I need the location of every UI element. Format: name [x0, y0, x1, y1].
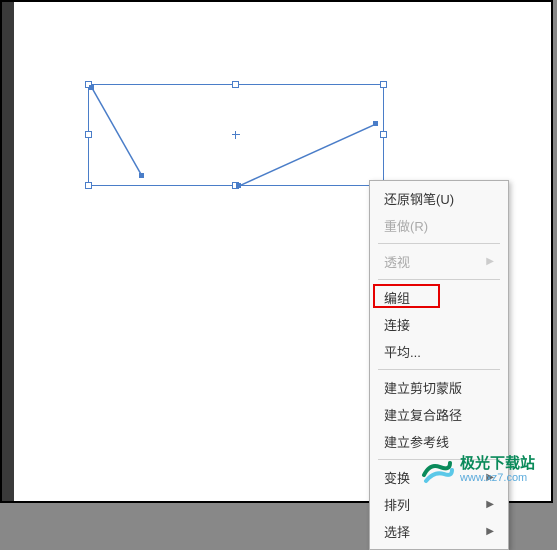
menu-label: 透视 — [384, 252, 410, 271]
menu-make-compound-path[interactable]: 建立复合路径 — [370, 401, 508, 428]
anchor-point[interactable] — [139, 173, 144, 178]
app-frame: 还原钢笔(U) 重做(R) 透视 ▶ 编组 连接 平均... 建立剪切蒙版 — [0, 0, 553, 503]
menu-make-guides[interactable]: 建立参考线 — [370, 428, 508, 455]
handle-top-center[interactable] — [232, 81, 239, 88]
menu-label: 排列 — [384, 495, 410, 514]
menu-perspective: 透视 ▶ — [370, 248, 508, 275]
menu-label: 还原钢笔(U) — [384, 189, 454, 208]
menu-group[interactable]: 编组 — [370, 284, 508, 311]
menu-arrange[interactable]: 排列 ▶ — [370, 491, 508, 518]
center-marker — [232, 131, 240, 139]
chevron-right-icon: ▶ — [486, 256, 494, 267]
menu-label: 建立剪切蒙版 — [384, 378, 462, 397]
watermark: 极光下载站 www.xz7.com — [420, 453, 535, 487]
menu-average[interactable]: 平均... — [370, 338, 508, 365]
menu-label: 重做(R) — [384, 216, 428, 235]
menu-redo: 重做(R) — [370, 212, 508, 239]
menu-label: 选择 — [384, 522, 410, 541]
menu-label: 变换 — [384, 468, 410, 487]
menu-separator — [378, 243, 500, 244]
menu-label: 编组 — [384, 288, 410, 307]
watermark-text: 极光下载站 www.xz7.com — [460, 456, 535, 485]
watermark-logo-icon — [420, 453, 454, 487]
watermark-name: 极光下载站 — [460, 456, 535, 473]
chevron-right-icon: ▶ — [486, 526, 494, 537]
menu-select[interactable]: 选择 ▶ — [370, 518, 508, 545]
handle-middle-right[interactable] — [380, 131, 387, 138]
watermark-url: www.xz7.com — [460, 472, 535, 484]
handle-top-right[interactable] — [380, 81, 387, 88]
context-menu: 还原钢笔(U) 重做(R) 透视 ▶ 编组 连接 平均... 建立剪切蒙版 — [369, 180, 509, 550]
anchor-point[interactable] — [89, 85, 94, 90]
menu-join[interactable]: 连接 — [370, 311, 508, 338]
menu-label: 建立参考线 — [384, 432, 449, 451]
anchor-point[interactable] — [373, 121, 378, 126]
menu-label: 连接 — [384, 315, 410, 334]
canvas[interactable]: 还原钢笔(U) 重做(R) 透视 ▶ 编组 连接 平均... 建立剪切蒙版 — [14, 2, 551, 501]
menu-separator — [378, 279, 500, 280]
menu-separator — [378, 369, 500, 370]
menu-label: 平均... — [384, 342, 421, 361]
handle-middle-left[interactable] — [85, 131, 92, 138]
handle-bottom-left[interactable] — [85, 182, 92, 189]
dark-border-bar — [2, 2, 14, 501]
menu-make-clipping-mask[interactable]: 建立剪切蒙版 — [370, 374, 508, 401]
anchor-point[interactable] — [236, 183, 241, 188]
menu-label: 建立复合路径 — [384, 405, 462, 424]
menu-undo-pen[interactable]: 还原钢笔(U) — [370, 185, 508, 212]
selection-bounding-box[interactable] — [88, 84, 384, 186]
chevron-right-icon: ▶ — [486, 499, 494, 510]
